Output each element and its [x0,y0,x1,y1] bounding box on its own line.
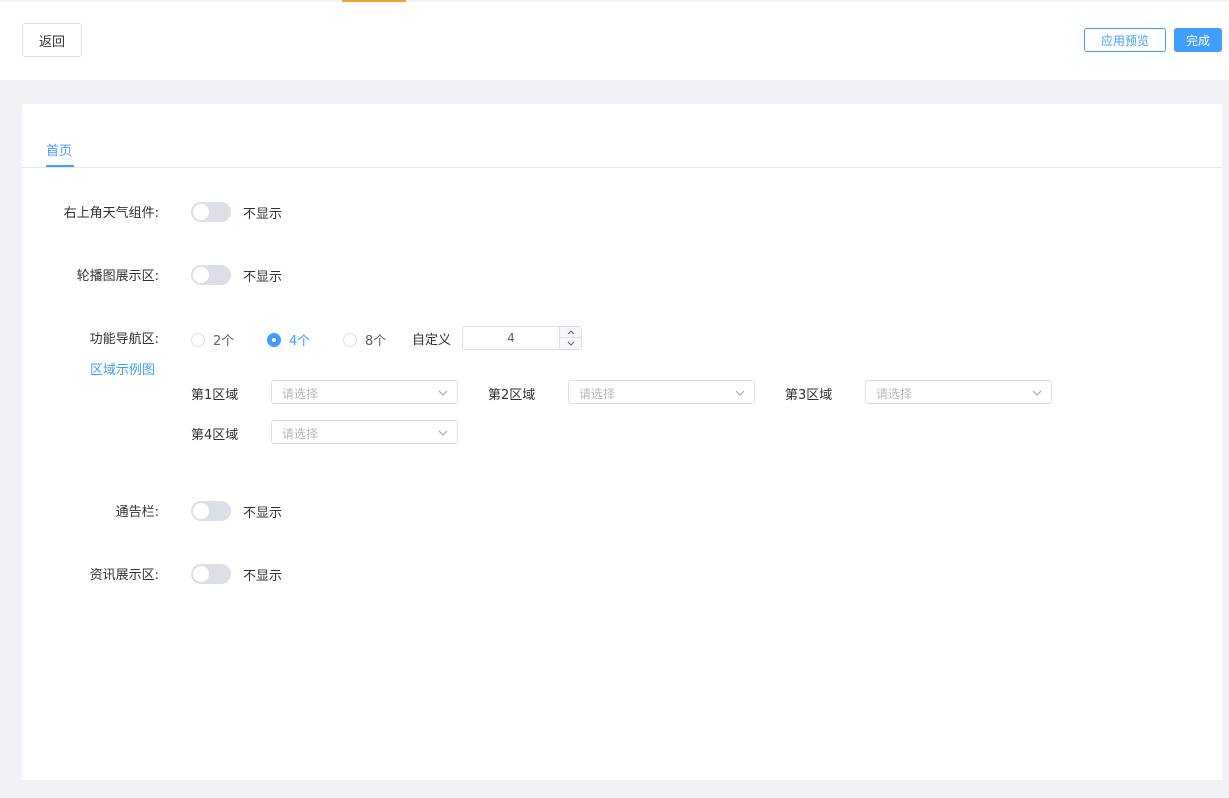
region-1-label: 第1区域 [191,388,239,403]
select-placeholder: 请选择 [579,387,616,401]
toggle-knob [193,204,209,220]
notice-label: 通告栏: [115,505,159,520]
preview-button[interactable]: 应用预览 [1084,28,1166,52]
weather-label: 右上角天气组件: [63,206,159,221]
nav-label: 功能导航区: [89,332,159,347]
region-4-select[interactable]: 请选择 [271,420,458,444]
news-state-text: 不显示 [243,569,283,584]
nav-option-8[interactable]: 8个 [343,330,386,349]
top-bar: 返回 应用预览 完成 [0,0,1229,80]
radio-dot [191,332,205,347]
top-border [0,0,1229,2]
news-label: 资讯展示区: [89,568,159,583]
increment-button[interactable] [560,327,581,338]
tab-home[interactable]: 首页 [46,140,72,168]
carousel-state-text: 不显示 [243,270,283,285]
back-button[interactable]: 返回 [22,23,82,57]
custom-label: 自定义 [412,333,452,348]
quantity-stepper [559,327,581,349]
chevron-down-icon [1032,390,1042,396]
nav-option-2[interactable]: 2个 [191,330,234,349]
custom-count-field[interactable] [463,327,559,349]
region-4-label: 第4区域 [191,428,239,443]
nav-option-4[interactable]: 4个 [267,330,310,349]
toggle-knob [193,267,209,283]
custom-count-input [462,326,582,350]
region-3-select[interactable]: 请选择 [865,380,1052,404]
news-toggle[interactable] [191,564,231,584]
carousel-toggle[interactable] [191,265,231,285]
chevron-down-icon [438,430,448,436]
done-button[interactable]: 完成 [1174,28,1222,52]
select-placeholder: 请选择 [282,387,319,401]
top-accent-bar [342,0,406,2]
chevron-down-icon [735,390,745,396]
select-placeholder: 请选择 [876,387,913,401]
notice-toggle[interactable] [191,501,231,521]
region-2-label: 第2区域 [488,388,536,403]
radio-dot [343,332,357,347]
chevron-up-icon [567,329,574,334]
notice-state-text: 不显示 [243,506,283,521]
radio-label: 8个 [365,334,387,349]
radio-label: 2个 [213,334,235,349]
tab-divider [22,167,1222,168]
region-example-link[interactable]: 区域示例图 [90,359,155,378]
weather-state-text: 不显示 [243,207,283,222]
radio-dot [267,332,281,347]
radio-label: 4个 [289,334,311,349]
region-1-select[interactable]: 请选择 [271,380,458,404]
toggle-knob [193,566,209,582]
chevron-down-icon [567,341,574,346]
carousel-label: 轮播图展示区: [76,269,159,284]
toggle-knob [193,503,209,519]
chevron-down-icon [438,390,448,396]
region-3-label: 第3区域 [785,388,833,403]
region-2-select[interactable]: 请选择 [568,380,755,404]
decrement-button[interactable] [560,338,581,349]
select-placeholder: 请选择 [282,427,319,441]
config-panel: 首页 右上角天气组件: 不显示 轮播图展示区: 不显示 功能导航区: 区域示例图… [22,104,1222,780]
weather-toggle[interactable] [191,202,231,222]
